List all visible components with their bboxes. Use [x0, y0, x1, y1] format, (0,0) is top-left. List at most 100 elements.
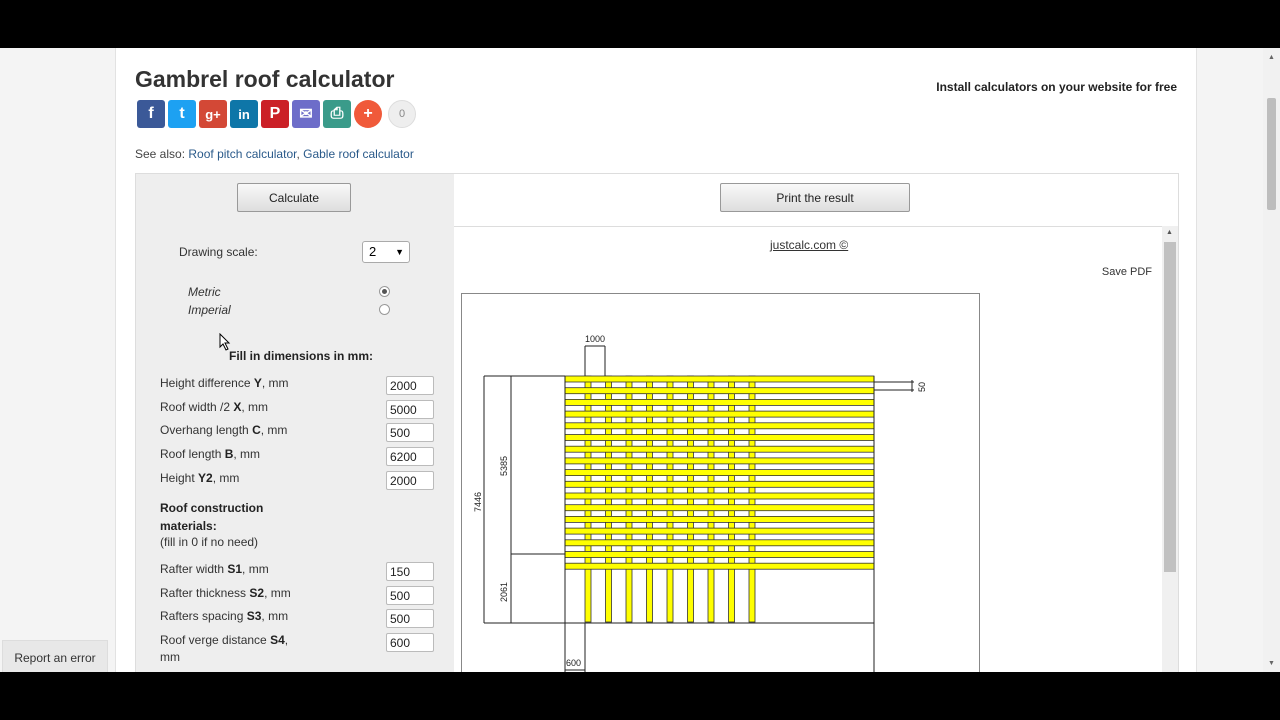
- see-also: See also: Roof pitch calculator, Gable r…: [135, 147, 414, 161]
- field-symbol: S3: [246, 609, 262, 624]
- fields-input-3[interactable]: 6200: [386, 447, 434, 467]
- input-panel: Calculate Drawing scale: 2 ▼ Metric Impe…: [136, 174, 454, 672]
- facebook-icon[interactable]: f: [137, 100, 165, 128]
- roof-drawing-svg: 1000 50 5385 7446 2061 600: [473, 334, 927, 672]
- field-symbol: Y: [253, 376, 262, 390]
- more-icon[interactable]: +: [354, 100, 382, 128]
- gable-roof-calculator-link[interactable]: Gable roof calculator: [303, 147, 414, 161]
- field-label-text: Rafter thickness: [160, 585, 250, 600]
- batten-board: [564, 562, 875, 570]
- batten-board: [564, 387, 875, 395]
- batten-board: [564, 504, 875, 512]
- batten-board: [564, 527, 875, 535]
- dimension-label: 7446: [473, 492, 483, 512]
- page-scroll-down-icon[interactable]: ▼: [1268, 660, 1275, 667]
- mouse-cursor-icon: [219, 333, 231, 351]
- share-count: 0: [388, 100, 416, 128]
- fields-input-2[interactable]: 500: [386, 423, 434, 443]
- field-unit: , mm: [260, 423, 288, 438]
- field-symbol: S2: [249, 585, 265, 600]
- fields-input-1[interactable]: 5000: [386, 399, 434, 419]
- fields-label-3: Roof length B, mm: [160, 446, 295, 463]
- material_fields-input-1[interactable]: 500: [386, 585, 434, 605]
- field-unit-wrap: mm: [160, 650, 180, 665]
- batten-board: [564, 480, 875, 488]
- save-pdf-link[interactable]: Save PDF: [1102, 266, 1152, 278]
- fields-input-0[interactable]: 2000: [386, 376, 434, 395]
- batten-board: [564, 515, 875, 523]
- page-scroll-up-icon[interactable]: ▲: [1268, 54, 1275, 61]
- see-also-label: See also:: [135, 147, 186, 161]
- field-unit: , mm: [264, 585, 291, 600]
- scroll-up-icon[interactable]: ▲: [1166, 229, 1173, 236]
- field-symbol: C: [252, 423, 261, 438]
- field-symbol: S1: [227, 562, 243, 576]
- field-label-text: Roof width /2: [160, 399, 234, 414]
- dimension-label: 600: [566, 658, 581, 668]
- roof-drawing: 1000 50 5385 7446 2061 600: [461, 293, 980, 672]
- result-scroll-thumb[interactable]: [1164, 242, 1176, 572]
- justcalc-link[interactable]: justcalc.com ©: [770, 238, 848, 252]
- dimension-label: 50: [917, 382, 927, 392]
- field-label-text: Height: [160, 470, 199, 485]
- batten-board: [564, 551, 875, 558]
- batten-board: [564, 445, 875, 453]
- field-label-text: Overhang length: [160, 423, 253, 438]
- drawing-scale-select[interactable]: 2 ▼: [362, 241, 410, 263]
- fields-label-1: Roof width /2 X, mm: [160, 399, 295, 416]
- pinterest-icon[interactable]: P: [261, 100, 289, 128]
- fields-label-4: Height Y2, mm: [160, 470, 295, 487]
- imperial-radio[interactable]: [379, 304, 390, 315]
- page-scroll-thumb[interactable]: [1267, 98, 1276, 210]
- material_fields-input-0[interactable]: 150: [386, 562, 434, 581]
- batten-board: [564, 469, 875, 477]
- page-scrollbar[interactable]: ▲ ▼: [1263, 48, 1280, 672]
- result-toolbar: Print the result: [454, 174, 1178, 227]
- field-label-text: Roof verge distance: [160, 633, 271, 648]
- field-unit: , mm: [212, 470, 240, 485]
- field-label-text: Rafter width: [160, 562, 228, 576]
- share-bar: f t g+ in P ✉ ⎙ +0: [137, 100, 416, 128]
- field-symbol: Y2: [198, 470, 213, 485]
- field-label-text: Height difference: [160, 376, 254, 390]
- linkedin-icon[interactable]: in: [230, 100, 258, 128]
- roof-pitch-calculator-link[interactable]: Roof pitch calculator: [188, 147, 296, 161]
- batten-board: [564, 375, 875, 383]
- report-error-button[interactable]: Report an error: [2, 640, 108, 672]
- fields-input-4[interactable]: 2000: [386, 470, 434, 490]
- install-calculators-link[interactable]: Install calculators on your website for …: [936, 80, 1177, 94]
- field-unit: , mm: [233, 447, 261, 462]
- materials-heading: Roof construction materials:: [160, 501, 264, 533]
- field-label-text: Roof length: [160, 447, 225, 462]
- metric-label: Metric: [188, 285, 221, 299]
- material_fields-label-0: Rafter width S1, mm: [160, 561, 295, 578]
- print-icon[interactable]: ⎙: [323, 100, 351, 128]
- calculate-button[interactable]: Calculate: [237, 183, 351, 212]
- field-unit: , mm: [241, 399, 269, 414]
- print-result-button[interactable]: Print the result: [720, 183, 910, 212]
- drawing-scale-label: Drawing scale:: [179, 245, 258, 259]
- field-unit: , mm: [261, 376, 289, 390]
- field-unit: , mm: [261, 609, 289, 624]
- field-unit: , mm: [242, 562, 269, 576]
- material_fields-label-1: Rafter thickness S2, mm: [160, 585, 295, 602]
- page-title: Gambrel roof calculator: [135, 66, 395, 92]
- page-content: Gambrel roof calculator Install calculat…: [115, 48, 1197, 672]
- result-scrollbar[interactable]: ▲: [1162, 226, 1178, 672]
- fields-label-2: Overhang length C, mm: [160, 422, 295, 439]
- imperial-label: Imperial: [188, 303, 231, 317]
- googleplus-icon[interactable]: g+: [199, 100, 227, 128]
- metric-radio[interactable]: [379, 286, 390, 297]
- dimension-label: 2061: [499, 582, 509, 602]
- batten-board: [564, 434, 875, 441]
- fill-dimensions-heading: Fill in dimensions in mm:: [229, 349, 374, 363]
- material_fields-input-2[interactable]: 500: [386, 609, 434, 629]
- batten-board: [564, 410, 875, 418]
- material_fields-input-3[interactable]: 600: [386, 633, 434, 653]
- batten-board: [564, 539, 875, 547]
- dimension-label: 5385: [499, 456, 509, 476]
- twitter-icon[interactable]: t: [168, 100, 196, 128]
- email-icon[interactable]: ✉: [292, 100, 320, 128]
- material_fields-label-3: Roof verge distance S4, mm: [160, 632, 295, 666]
- result-area: Print the result justcalc.com © Save PDF…: [454, 174, 1178, 672]
